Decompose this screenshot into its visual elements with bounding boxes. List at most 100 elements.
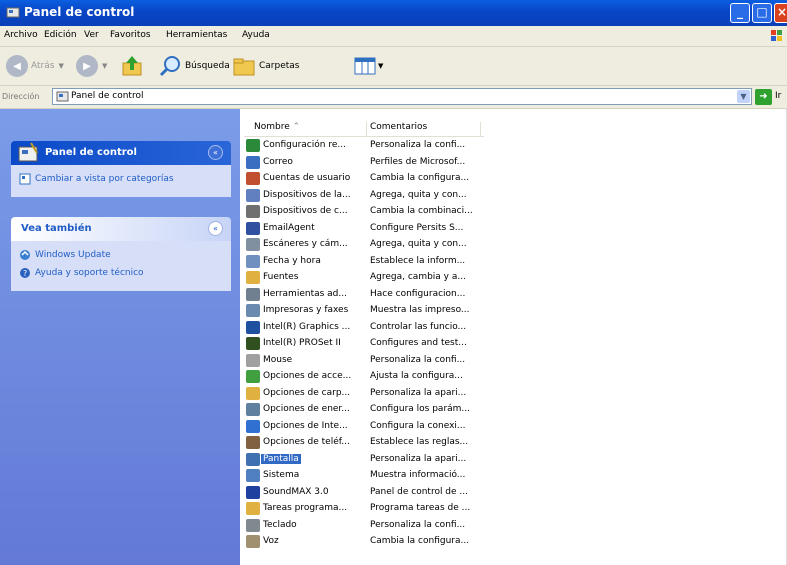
list-item[interactable]: Intel(R) PROSet II Configures and test... (246, 336, 486, 352)
item-name: Mouse (263, 354, 293, 365)
item-name: Dispositivos de la... (263, 189, 351, 200)
up-folder-button[interactable] (120, 53, 144, 79)
menu-favoritos[interactable]: Favoritos (110, 30, 151, 40)
search-button[interactable]: Búsqueda (158, 53, 230, 79)
switch-category-view-link[interactable]: Cambiar a vista por categorías (11, 171, 231, 189)
list-item[interactable]: Dispositivos de la... Agrega, quita y con… (246, 188, 486, 204)
back-button[interactable]: ◀ Atrás ▼ (6, 53, 64, 79)
help-icon: ? (20, 268, 30, 278)
go-label[interactable]: Ir (775, 91, 781, 101)
list-item[interactable]: SoundMAX 3.0 Panel de control de ... (246, 485, 486, 501)
list-item[interactable]: Pantalla Personaliza la apari... (246, 452, 486, 468)
item-comment: Configura la conexi... (370, 420, 466, 431)
control-panel-item-icon (246, 403, 260, 416)
control-panel-small-icon (56, 91, 69, 102)
views-icon (354, 57, 376, 75)
windows-update-icon (20, 250, 30, 260)
list-item[interactable]: Fecha y hora Establece la inform... (246, 254, 486, 270)
svg-text:?: ? (23, 269, 27, 278)
see-also-box: Vea también « Windows Update ? Ayuda y s… (11, 217, 231, 291)
windows-update-link[interactable]: Windows Update (11, 247, 231, 265)
search-label: Búsqueda (185, 61, 230, 71)
list-item[interactable]: Herramientas ad... Hace configuracion... (246, 287, 486, 303)
item-name: Teclado (263, 519, 297, 530)
control-panel-item-icon (246, 452, 260, 466)
list-item[interactable]: Correo Perfiles de Microsof... (246, 155, 486, 171)
item-name: Escáneres y cám... (263, 239, 348, 249)
views-button[interactable]: ▼ (354, 53, 383, 79)
list-item[interactable]: Configuración re... Personaliza la confi.… (246, 138, 486, 154)
item-name: Dispositivos de c... (263, 206, 348, 216)
item-name: Fuentes (263, 272, 299, 282)
item-name: Opciones de ener... (263, 404, 350, 414)
item-comment: Hace configuracion... (370, 288, 466, 299)
list-item[interactable]: Dispositivos de c... Cambia la combinaci.… (246, 204, 486, 220)
control-panel-item-icon (246, 518, 260, 532)
list-item[interactable]: Opciones de acce... Ajusta la configura..… (246, 369, 486, 385)
maximize-button[interactable]: □ (752, 3, 772, 23)
address-input[interactable]: Panel de control ▼ (52, 88, 752, 105)
item-comment: Agrega, cambia y a... (370, 272, 466, 282)
list-item[interactable]: Opciones de Inte... Configura la conexi..… (246, 419, 486, 435)
column-comments-header[interactable]: Comentarios (370, 122, 481, 136)
list-item[interactable]: Opciones de teléf... Establece las reglas… (246, 435, 486, 451)
item-comment: Panel de control de ... (370, 486, 469, 497)
list-item[interactable]: EmailAgent Configure Persits S... (246, 221, 486, 237)
folders-label: Carpetas (259, 61, 300, 71)
item-name: Intel(R) PROSet II (263, 338, 341, 348)
list-item[interactable]: Tareas programa... Programa tareas de ... (246, 501, 486, 517)
address-dropdown-icon[interactable]: ▼ (737, 90, 750, 103)
folders-button[interactable]: Carpetas (232, 53, 299, 79)
column-name-header[interactable]: Nombre ⌃ (254, 122, 367, 136)
see-also-box-body: Windows Update ? Ayuda y soporte técnico (11, 241, 231, 291)
control-panel-item-icon (246, 320, 260, 334)
item-name: Impresoras y faxes (263, 305, 349, 315)
control-panel-item-icon (246, 436, 260, 449)
address-bar: Dirección Panel de control ▼ ➜ Ir (0, 86, 787, 109)
control-panel-large-icon (18, 142, 38, 162)
list-item[interactable]: Intel(R) Graphics ... Controlar las funci… (246, 320, 486, 336)
control-panel-item-icon (246, 502, 260, 515)
windows-logo-icon (771, 30, 782, 41)
control-panel-item-icon (246, 287, 260, 301)
control-panel-box-body: Cambiar a vista por categorías (11, 165, 231, 197)
item-comment: Personaliza la confi... (370, 140, 466, 150)
help-support-label: Ayuda y soporte técnico (35, 268, 144, 278)
title-bar: Panel de control _ □ × (0, 0, 787, 26)
menu-herramientas[interactable]: Herramientas (166, 30, 227, 40)
menu-archivo[interactable]: Archivo (4, 30, 38, 40)
forward-button[interactable]: ▶ ▼ (76, 53, 107, 79)
item-name: Pantalla (261, 453, 301, 464)
list-item[interactable]: Cuentas de usuario Cambia la configura... (246, 171, 486, 187)
windows-update-label: Windows Update (35, 250, 111, 260)
list-item[interactable]: Impresoras y faxes Muestra las impreso... (246, 303, 486, 319)
list-item[interactable]: Sistema Muestra informació... (246, 468, 486, 484)
menu-ver[interactable]: Ver (84, 30, 99, 40)
menu-ayuda[interactable]: Ayuda (242, 30, 270, 40)
item-comment: Cambia la configura... (370, 536, 470, 546)
minimize-button[interactable]: _ (730, 3, 750, 23)
list-item[interactable]: Fuentes Agrega, cambia y a... (246, 270, 486, 286)
control-panel-item-icon (246, 386, 260, 400)
see-also-box-header[interactable]: Vea también « (11, 217, 231, 241)
collapse-chevron-icon[interactable]: « (208, 145, 223, 160)
menu-bar: Archivo Edición Ver Favoritos Herramient… (0, 26, 787, 47)
help-support-link[interactable]: ? Ayuda y soporte técnico (11, 265, 231, 283)
control-panel-item-icon (246, 535, 260, 548)
list-item[interactable]: Opciones de ener... Configura los parám..… (246, 402, 486, 418)
list-item[interactable]: Opciones de carp... Personaliza la apari.… (246, 386, 486, 402)
list-item[interactable]: Teclado Personaliza la confi... (246, 518, 486, 534)
views-dropdown-icon: ▼ (378, 62, 384, 70)
folders-icon (233, 58, 255, 76)
forward-arrow-icon: ▶ (76, 55, 98, 77)
menu-edicion[interactable]: Edición (44, 30, 77, 40)
collapse-chevron-icon[interactable]: « (208, 221, 223, 236)
go-arrow-icon[interactable]: ➜ (755, 89, 772, 105)
control-panel-box-header[interactable]: Panel de control « (11, 141, 231, 165)
close-button[interactable]: × (774, 3, 787, 23)
list-item[interactable]: Escáneres y cám... Agrega, quita y con... (246, 237, 486, 253)
list-item[interactable]: Voz Cambia la configura... (246, 534, 486, 550)
control-panel-item-icon (246, 304, 260, 317)
item-name: Tareas programa... (263, 503, 348, 513)
list-item[interactable]: Mouse Personaliza la confi... (246, 353, 486, 369)
